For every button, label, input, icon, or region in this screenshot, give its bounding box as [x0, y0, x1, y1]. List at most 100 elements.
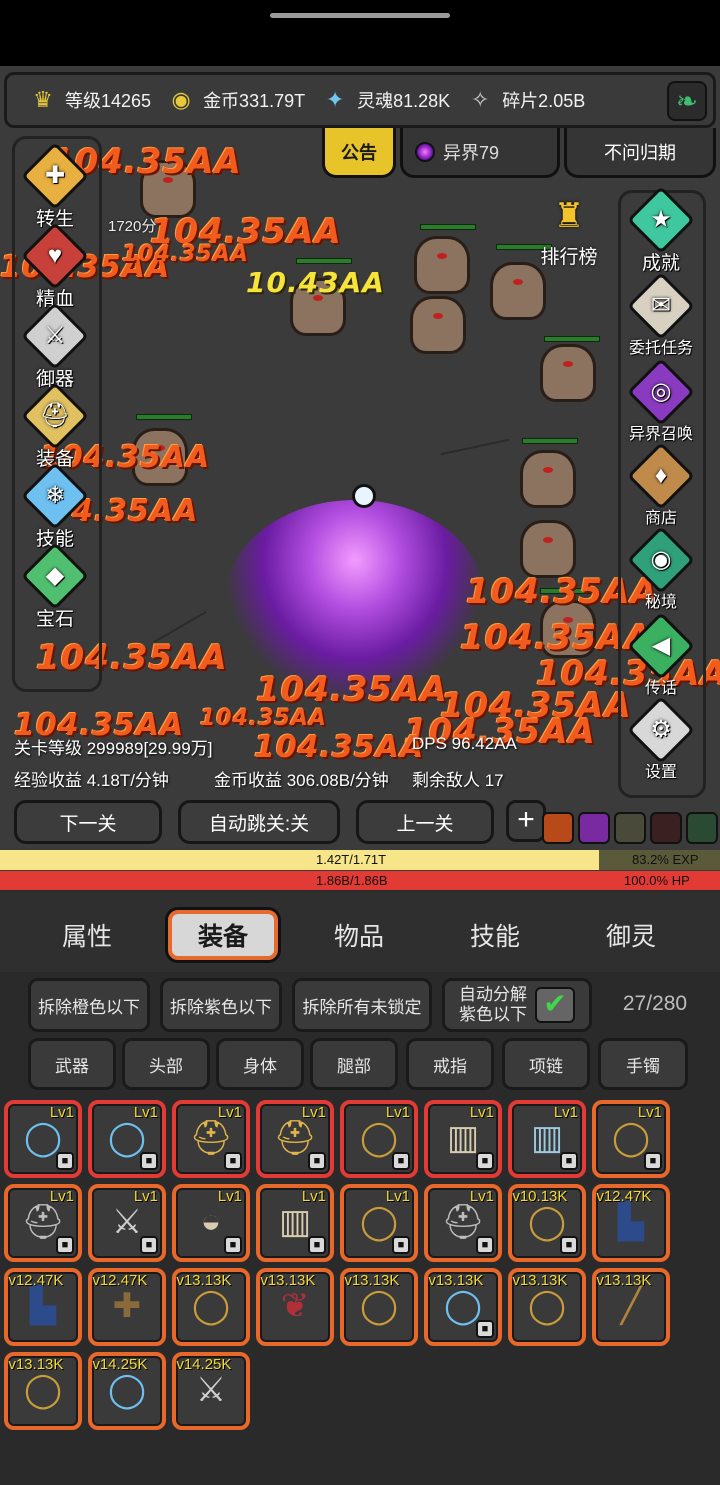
auto-decompose-label: 自动分解 紫色以下 — [459, 985, 527, 1025]
auto-decompose-toggle[interactable]: 自动分解 紫色以下 ✔ — [442, 978, 592, 1032]
auto-skip-button[interactable]: 自动跳关:关 — [178, 800, 340, 844]
notice-button[interactable]: 公告 — [322, 128, 396, 178]
remove-below-purple-button[interactable]: 拆除紫色以下 — [160, 978, 282, 1032]
bow-buff-icon[interactable] — [614, 812, 646, 844]
remove-unlocked-button[interactable]: 拆除所有未锁定 — [292, 978, 432, 1032]
lock-icon[interactable]: ■ — [392, 1236, 410, 1254]
fire-buff-icon[interactable] — [542, 812, 574, 844]
checkmark-icon[interactable]: ✔ — [535, 987, 575, 1023]
menu-weapon-control[interactable]: ⚔ 御器 — [10, 302, 100, 391]
lock-icon[interactable]: ■ — [56, 1236, 74, 1254]
equipment-slot[interactable]: ◯ Lv13.13K — [4, 1352, 82, 1430]
lock-icon[interactable]: ■ — [560, 1236, 578, 1254]
enemy[interactable] — [414, 236, 470, 294]
filter-ring[interactable]: 戒指 — [406, 1038, 494, 1090]
menu-summon[interactable]: ◎ 异界召唤 — [616, 358, 706, 444]
equipment-slot[interactable]: ▙ Lv12.47K — [4, 1268, 82, 1346]
filter-necklace[interactable]: 项链 — [502, 1038, 590, 1090]
nature-buff-icon[interactable] — [686, 812, 718, 844]
equipment-slot[interactable]: ⛑ Lv1 ■ — [256, 1100, 334, 1178]
lock-icon[interactable]: ■ — [476, 1236, 494, 1254]
enemy[interactable] — [490, 262, 546, 320]
equipment-slot[interactable]: ╱ Lv13.13K — [592, 1268, 670, 1346]
menu-skills[interactable]: ❄ 技能 — [10, 462, 100, 551]
equipment-slot[interactable]: ▥ Lv1 ■ — [256, 1184, 334, 1262]
shadow-buff-icon[interactable] — [650, 812, 682, 844]
prev-stage-button[interactable]: 上一关 — [356, 800, 494, 844]
equipment-slot[interactable]: ⛑ Lv1 ■ — [4, 1184, 82, 1262]
equipment-slot[interactable]: ◯ Lv10.13K ■ — [508, 1184, 586, 1262]
equipment-slot[interactable]: ❦ Lv13.13K — [256, 1268, 334, 1346]
tab-equipment[interactable]: 装备 — [168, 910, 278, 960]
item-level: Lv1 — [133, 1104, 158, 1121]
next-stage-button[interactable]: 下一关 — [14, 800, 162, 844]
sword-icon: ⚔ — [21, 302, 89, 370]
menu-commission[interactable]: ✉ 委托任务 — [616, 272, 706, 358]
ranking-button[interactable]: ♜ 排行榜 — [530, 196, 608, 269]
resource-label: 灵魂81.28K — [357, 91, 451, 111]
equipment-slot[interactable]: ◯ Lv14.25K — [88, 1352, 166, 1430]
remove-below-orange-button[interactable]: 拆除橙色以下 — [28, 978, 150, 1032]
lock-icon[interactable]: ■ — [56, 1152, 74, 1170]
tab-items[interactable]: 物品 — [304, 910, 414, 960]
equipment-slot[interactable]: ◯ Lv13.13K ■ — [424, 1268, 502, 1346]
tab-skills[interactable]: 技能 — [440, 910, 550, 960]
equipment-slot[interactable]: ⛑ Lv1 ■ — [172, 1100, 250, 1178]
filter-body[interactable]: 身体 — [216, 1038, 304, 1090]
tab-spirits[interactable]: 御灵 — [576, 910, 686, 960]
resource-level: ♛ 等级14265 — [27, 85, 151, 115]
equipment-slot[interactable]: ◯ Lv1 ■ — [4, 1100, 82, 1178]
item-level: Lv13.13K — [256, 1272, 316, 1289]
enemy[interactable] — [410, 296, 466, 354]
realm-button[interactable]: 异界79 — [400, 128, 560, 178]
menu-shop[interactable]: ♦ 商店 — [616, 442, 706, 528]
equipment-slot[interactable]: ◯ Lv1 ■ — [340, 1184, 418, 1262]
equipment-slot[interactable]: ◯ Lv13.13K — [508, 1268, 586, 1346]
lock-icon[interactable]: ■ — [308, 1236, 326, 1254]
filter-legs[interactable]: 腿部 — [310, 1038, 398, 1090]
menu-rebirth[interactable]: ✚ 转生 — [10, 142, 100, 231]
menu-blood[interactable]: ♥ 精血 — [10, 222, 100, 311]
equipment-slot[interactable]: ▙ Lv12.47K — [592, 1184, 670, 1262]
equipment-slot[interactable]: ▥ Lv1 ■ — [508, 1100, 586, 1178]
equipment-slot[interactable]: ⚔ Lv14.25K — [172, 1352, 250, 1430]
return-button[interactable]: 不问归期 — [564, 128, 716, 178]
equipment-slot[interactable]: ◯ Lv1 ■ — [88, 1100, 166, 1178]
filter-head[interactable]: 头部 — [122, 1038, 210, 1090]
filter-weapon[interactable]: 武器 — [28, 1038, 116, 1090]
equipment-slot[interactable]: ▥ Lv1 ■ — [424, 1100, 502, 1178]
menu-message[interactable]: ◀ 传话 — [616, 612, 706, 698]
lock-icon[interactable]: ■ — [224, 1236, 242, 1254]
lock-icon[interactable]: ■ — [476, 1152, 494, 1170]
enemy[interactable] — [540, 344, 596, 402]
lock-icon[interactable]: ■ — [560, 1152, 578, 1170]
equipment-slot[interactable]: ◒ Lv1 ■ — [172, 1184, 250, 1262]
menu-achievements[interactable]: ★ 成就 — [616, 186, 706, 275]
enemy[interactable] — [520, 450, 576, 508]
menu-secret-realm[interactable]: ◉ 秘境 — [616, 526, 706, 612]
equipment-slot[interactable]: ◯ Lv13.13K — [340, 1268, 418, 1346]
equipment-slot[interactable]: ◯ Lv1 ■ — [340, 1100, 418, 1178]
equipment-slot[interactable]: ◯ Lv13.13K — [172, 1268, 250, 1346]
lock-icon[interactable]: ■ — [644, 1152, 662, 1170]
menu-gems[interactable]: ◆ 宝石 — [10, 542, 100, 631]
tab-attributes[interactable]: 属性 — [32, 910, 142, 960]
lock-icon[interactable]: ■ — [140, 1152, 158, 1170]
equipment-slot[interactable]: ✚ Lv12.47K — [88, 1268, 166, 1346]
menu-equipment[interactable]: ⛑ 装备 — [10, 382, 100, 471]
lock-icon[interactable]: ■ — [392, 1152, 410, 1170]
lock-icon[interactable]: ■ — [308, 1152, 326, 1170]
filter-bracelet[interactable]: 手镯 — [598, 1038, 688, 1090]
drag-handle[interactable] — [270, 13, 450, 18]
resource-bar: ♛ 等级14265 ◉ 金币331.79T ✦ 灵魂81.28K ✧ 碎片2.0… — [4, 72, 716, 128]
lock-icon[interactable]: ■ — [140, 1236, 158, 1254]
void-buff-icon[interactable] — [578, 812, 610, 844]
equipment-slot[interactable]: ⚔ Lv1 ■ — [88, 1184, 166, 1262]
equipment-slot[interactable]: ◯ Lv1 ■ — [592, 1100, 670, 1178]
leaf-menu-icon[interactable]: ❧ — [667, 81, 707, 121]
equipment-slot[interactable]: ⛑ Lv1 ■ — [424, 1184, 502, 1262]
enemy[interactable] — [520, 520, 576, 578]
lock-icon[interactable]: ■ — [476, 1320, 494, 1338]
plus-button[interactable]: + — [506, 800, 546, 842]
lock-icon[interactable]: ■ — [224, 1152, 242, 1170]
